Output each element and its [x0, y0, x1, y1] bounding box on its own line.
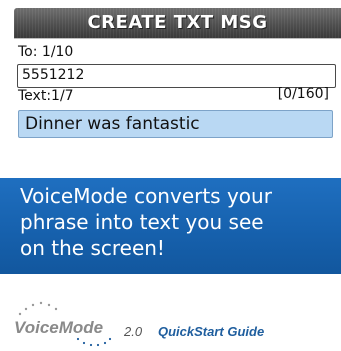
callout-line-1: VoiceMode converts your: [20, 184, 272, 208]
logo-bottom-dots-icon: [76, 337, 112, 347]
title-bar: CREATE TXT MSG: [14, 8, 341, 39]
message-text-value: Dinner was fantastic: [25, 114, 200, 134]
version-label: 2.0: [124, 324, 143, 339]
voicemode-logo: VoiceMode: [14, 318, 104, 337]
logo-top-dots-icon: [18, 301, 58, 316]
callout-line-3: on the screen!: [20, 236, 165, 260]
text-counter: Text:1/7: [18, 88, 74, 104]
message-text-field[interactable]: Dinner was fantastic: [18, 110, 333, 138]
recipient-counter: To: 1/10: [18, 44, 74, 60]
phone-screen: CREATE TXT MSG To: 1/10 5551212 Text:1/7…: [0, 0, 341, 180]
character-count: [0/160]: [277, 86, 329, 102]
screen-title: CREATE TXT MSG: [87, 12, 268, 33]
callout-line-2: phrase into text you see: [20, 210, 264, 234]
recipient-number-value: 5551212: [22, 67, 85, 83]
guide-title: QuickStart Guide: [158, 324, 265, 339]
recipient-number-field[interactable]: 5551212: [17, 64, 336, 88]
